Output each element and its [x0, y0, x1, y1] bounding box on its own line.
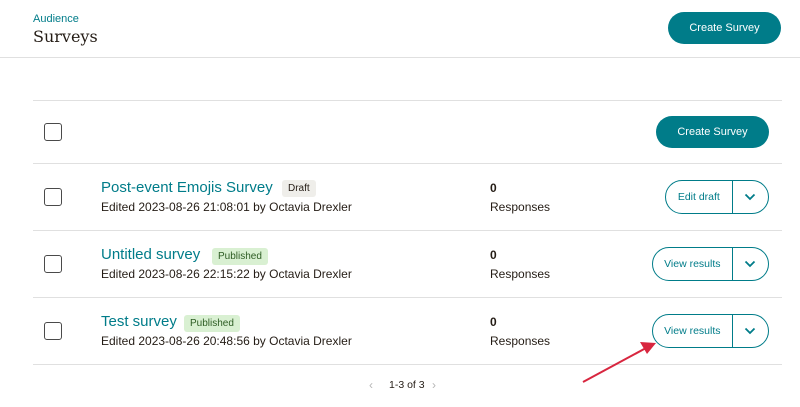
- chevron-right-icon[interactable]: ›: [432, 378, 436, 392]
- row-actions-dropdown[interactable]: [733, 315, 768, 347]
- chevron-down-icon: [745, 193, 756, 201]
- survey-title-link[interactable]: Test survey: [101, 313, 177, 330]
- survey-title-link[interactable]: Untitled survey: [101, 246, 200, 263]
- view-results-button[interactable]: View results: [653, 248, 733, 280]
- response-count: 0: [490, 315, 497, 329]
- row-checkbox[interactable]: [44, 188, 62, 206]
- table-row: Test survey Published Edited 2023-08-26 …: [0, 298, 800, 364]
- page-title: Surveys: [33, 27, 98, 46]
- row-divider: [33, 364, 782, 365]
- table-row: Untitled survey Published Edited 2023-08…: [0, 231, 800, 297]
- chevron-down-icon: [745, 260, 756, 268]
- chevron-down-icon: [745, 327, 756, 335]
- response-count: 0: [490, 248, 497, 262]
- row-actions-dropdown[interactable]: [733, 181, 768, 213]
- response-count: 0: [490, 181, 497, 195]
- survey-title-link[interactable]: Post-event Emojis Survey: [101, 179, 273, 196]
- page-header: Audience Surveys Create Survey: [0, 0, 800, 58]
- row-action-split-button: Edit draft: [665, 180, 769, 214]
- edited-info: Edited 2023-08-26 20:48:56 by Octavia Dr…: [101, 334, 352, 348]
- status-badge: Published: [184, 315, 240, 332]
- view-results-button[interactable]: View results: [653, 315, 733, 347]
- response-count-label: Responses: [490, 334, 551, 348]
- pagination: ‹ 1-3 of 3 ›: [0, 378, 800, 394]
- status-badge: Draft: [282, 180, 316, 197]
- chevron-left-icon[interactable]: ‹: [369, 378, 373, 392]
- row-action-split-button: View results: [652, 247, 769, 281]
- pagination-range: 1-3 of 3: [389, 379, 425, 391]
- response-count-label: Responses: [490, 267, 551, 281]
- row-action-split-button: View results: [652, 314, 769, 348]
- edited-info: Edited 2023-08-26 22:15:22 by Octavia Dr…: [101, 267, 352, 281]
- breadcrumb[interactable]: Audience: [33, 13, 79, 25]
- row-checkbox[interactable]: [44, 322, 62, 340]
- table-create-survey-button[interactable]: Create Survey: [656, 116, 769, 148]
- row-checkbox[interactable]: [44, 255, 62, 273]
- edit-draft-button[interactable]: Edit draft: [666, 181, 733, 213]
- create-survey-button[interactable]: Create Survey: [668, 12, 781, 44]
- response-count-label: Responses: [490, 200, 551, 214]
- table-top-divider: [33, 100, 782, 101]
- edited-info: Edited 2023-08-26 21:08:01 by Octavia Dr…: [101, 200, 352, 214]
- table-row: Post-event Emojis Survey Draft Edited 20…: [0, 164, 800, 230]
- status-badge: Published: [212, 248, 268, 265]
- row-actions-dropdown[interactable]: [733, 248, 768, 280]
- select-all-checkbox[interactable]: [44, 123, 62, 141]
